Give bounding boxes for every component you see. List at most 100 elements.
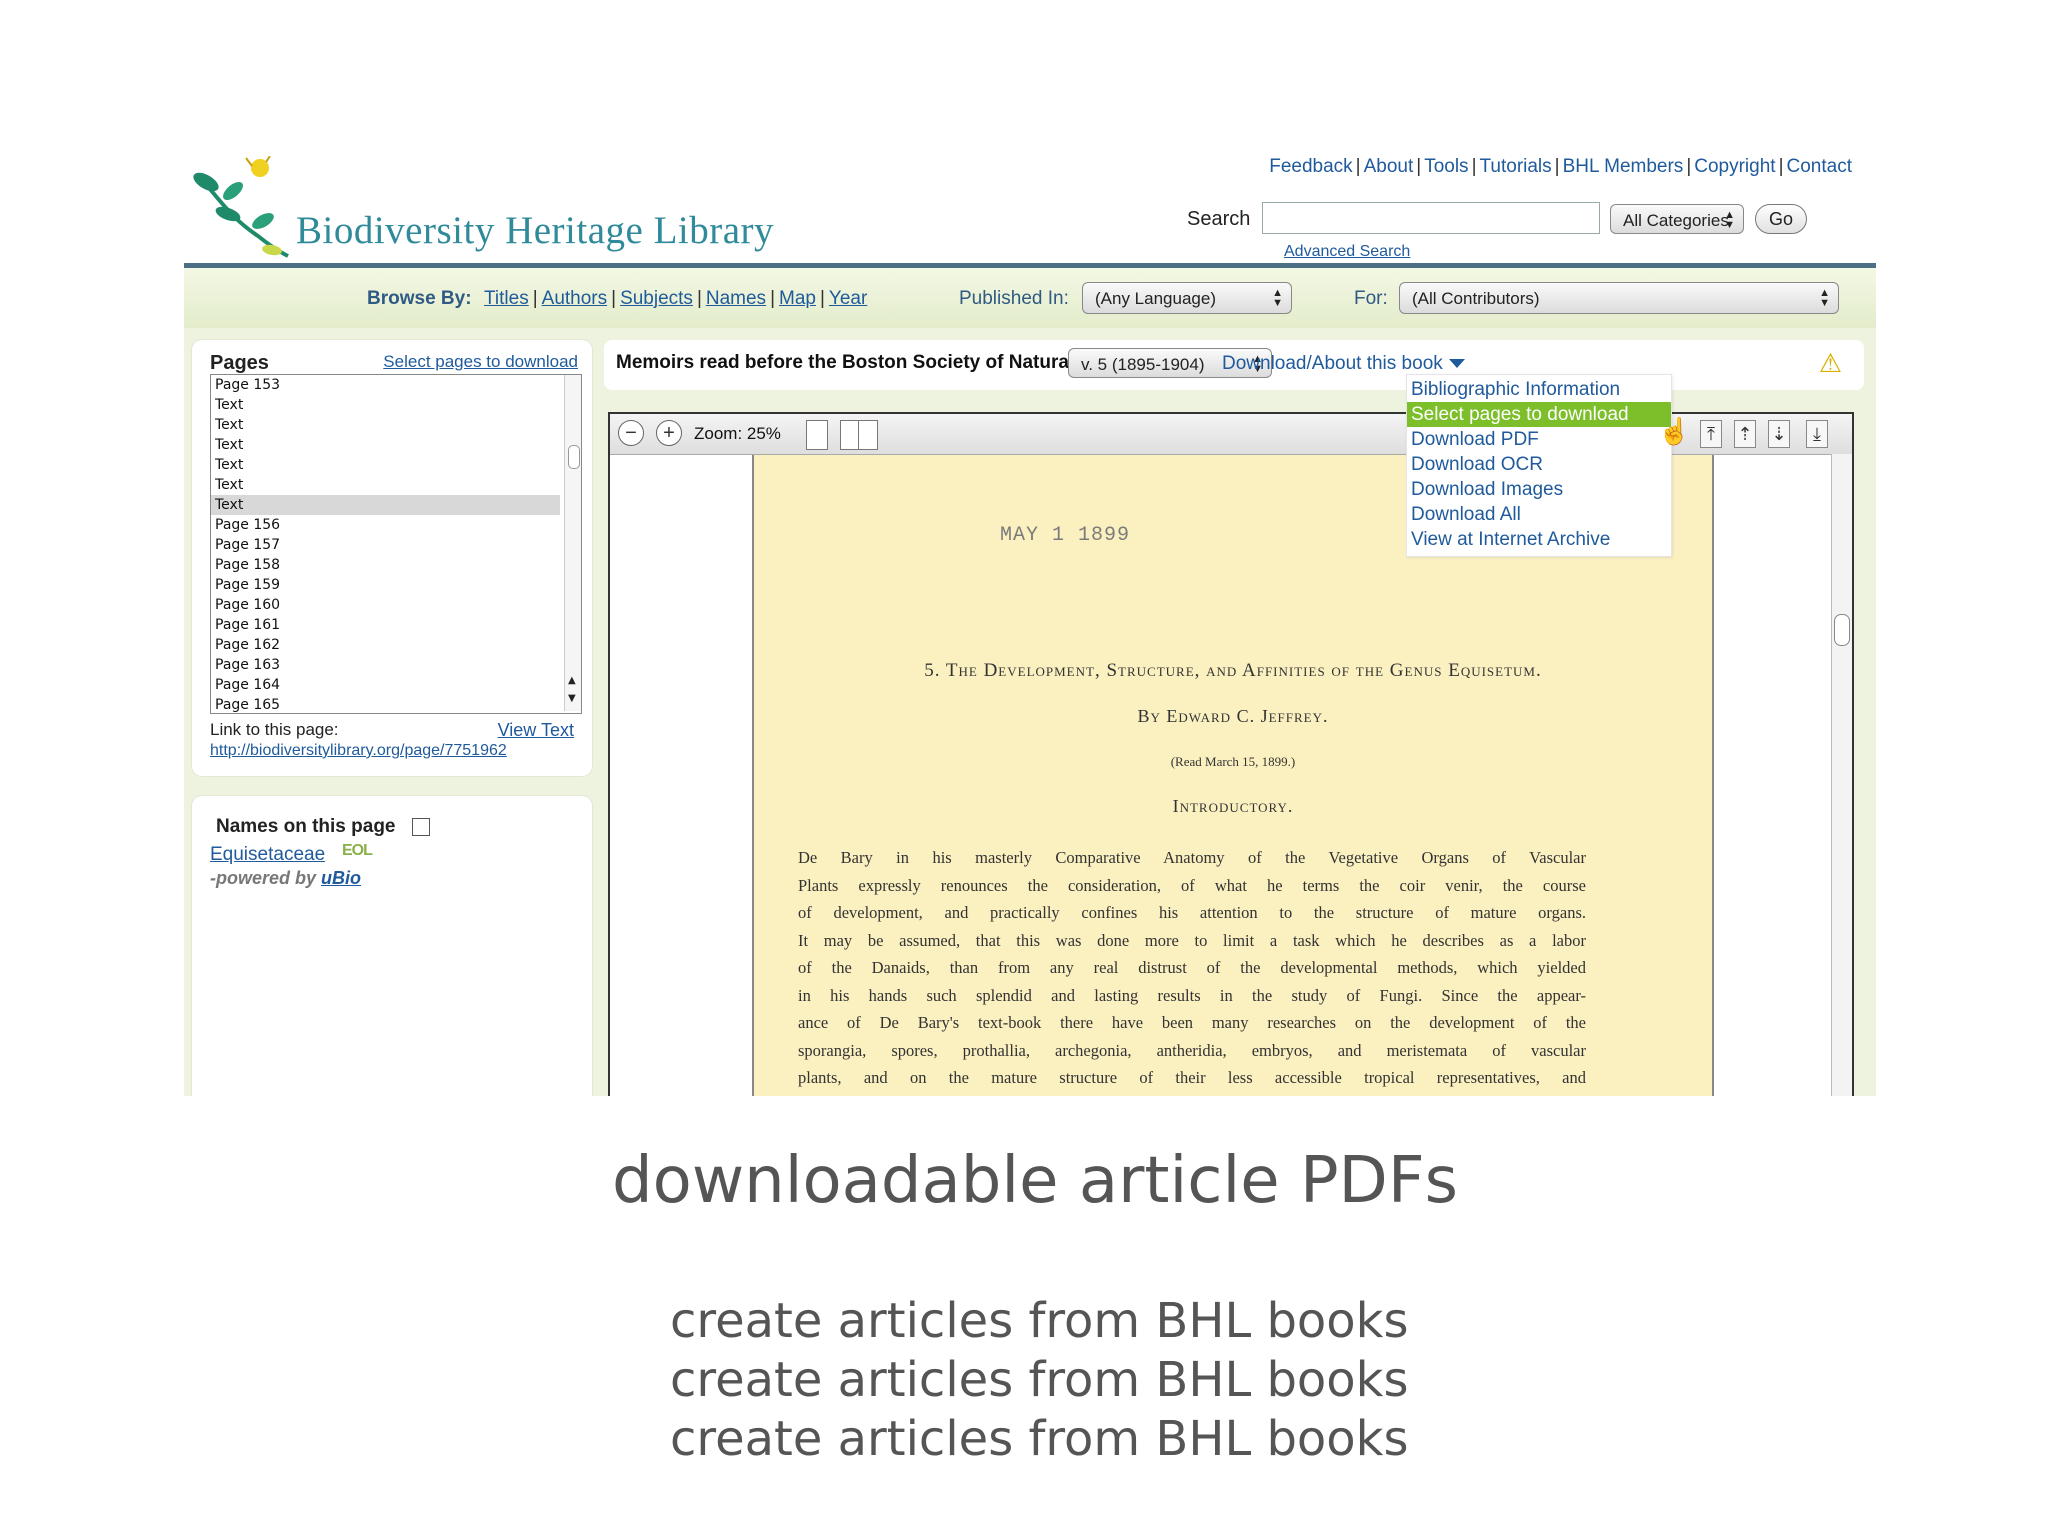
download-dropdown-menu: Bibliographic Information Select pages to… [1406,374,1672,557]
copyright-link[interactable]: Copyright [1694,156,1775,177]
page-url-link[interactable]: http://biodiversitylibrary.org/page/7751… [210,742,507,760]
pages-list-item[interactable]: Page 160 [211,595,560,615]
browse-by-label: Browse By: [367,288,472,309]
pages-list-item[interactable]: Page 153 [211,375,560,395]
scroll-down-arrow-icon[interactable]: ▼ [568,693,576,704]
browse-bar: Browse By: Titles | Authors | Subjects | Names… [184,268,1876,328]
warning-icon[interactable]: ⚠ [1819,348,1842,379]
first-page-icon[interactable]: ⤒ [1700,420,1722,448]
volume-select-value: v. 5 (1895-1904) [1081,355,1205,374]
pages-list-item[interactable]: Text [211,395,560,415]
browse-subjects-link[interactable]: Subjects [620,288,693,309]
article-body-line: Plants expressly renounces the considera… [798,875,1586,895]
select-pages-link[interactable]: Select pages to download [383,352,578,372]
hand-cursor-icon: ☝ [1658,416,1691,446]
pages-list-item[interactable]: Text [211,415,560,435]
download-menu-item[interactable]: View at Internet Archive [1407,527,1671,552]
download-menu-item[interactable]: Select pages to download [1407,402,1671,427]
section-heading: Introductory. [1172,796,1294,816]
pages-list-item[interactable]: Text [211,435,560,455]
select-arrows-icon: ▲ ▼ [1724,209,1735,231]
language-select-value: (Any Language) [1095,289,1216,308]
go-button[interactable]: Go [1755,204,1807,234]
download-menu-item[interactable]: Download Images [1407,477,1671,502]
pages-list-item[interactable]: Page 164 [211,675,560,695]
bhl-members-link[interactable]: BHL Members [1563,156,1684,177]
search-label: Search [1187,208,1251,230]
last-page-icon[interactable]: ⤓ [1806,420,1828,448]
browse-titles-link[interactable]: Titles [484,288,529,309]
article-body-line: of the Danaids, than from any real distr… [798,958,1586,977]
pages-list-item[interactable]: Page 158 [211,555,560,575]
scroll-thumb[interactable] [568,445,580,469]
pages-list-item[interactable]: Page 162 [211,635,560,655]
pages-list-item[interactable]: Page 157 [211,535,560,555]
pages-list-item[interactable]: Page 161 [211,615,560,635]
article-body-line: in his hands such splendid and lasting r… [798,985,1586,1005]
article-body: De Bary in his masterly Comparative Anat… [798,844,1586,1092]
for-label: For: [1354,288,1388,309]
browse-authors-link[interactable]: Authors [542,288,607,309]
pages-list-item[interactable]: Page 163 [211,655,560,675]
names-title: Names on this page [216,816,396,837]
browse-year-link[interactable]: Year [829,288,867,309]
download-menu-item[interactable]: Download All [1407,502,1671,527]
bhl-logo[interactable]: Biodiversity Heritage Library [188,156,828,264]
contact-link[interactable]: Contact [1787,156,1852,177]
pages-panel: Pages Select pages to download Page 153 T… [192,340,592,776]
contributor-select[interactable]: (All Contributors) ▲ ▼ [1399,282,1839,314]
zoom-out-button[interactable]: − [618,420,644,446]
download-menu-item[interactable]: Download OCR [1407,452,1671,477]
download-menu-item[interactable]: Download PDF [1407,427,1671,452]
pages-scrollbar[interactable]: ▲ ▼ [564,375,581,711]
download-menu-item[interactable]: Bibliographic Information [1407,377,1671,402]
select-arrows-icon: ▲ ▼ [1819,287,1830,309]
view-text-link[interactable]: View Text [498,720,574,741]
language-select[interactable]: (Any Language) ▲ ▼ [1082,282,1292,314]
about-link[interactable]: About [1364,156,1414,177]
scroll-up-arrow-icon[interactable]: ▲ [568,675,576,686]
pages-list-item[interactable]: Page 159 [211,575,560,595]
slide-caption: downloadable article PDFs [612,1144,1458,1218]
article-body-line: of development, and practically confines… [798,903,1586,922]
download-menu-trigger[interactable]: Download/About this book [1222,353,1465,375]
search-input[interactable] [1262,202,1600,234]
zoom-in-button[interactable]: + [656,420,682,446]
ubio-link[interactable]: uBio [321,868,361,888]
advanced-search-link[interactable]: Advanced Search [1284,243,1410,261]
name-link[interactable]: Equisetaceae [210,844,325,866]
article-body-line: plants, and on the mature structure of t… [798,1068,1586,1087]
viewer-scrollbar[interactable] [1831,454,1852,1096]
received-stamp: MAY 1 1899 [1000,524,1131,547]
category-select[interactable]: All Categories ▲ ▼ [1610,204,1744,234]
browse-names-link[interactable]: Names [706,288,766,309]
pages-listbox[interactable]: Page 153 Text Text Text Text Text Text Page 156… [210,374,582,714]
previous-page-icon[interactable]: ⇡ [1734,420,1756,448]
dropdown-arrow-icon [1448,359,1465,369]
browse-map-link[interactable]: Map [779,288,816,309]
feedback-link[interactable]: Feedback [1269,156,1352,177]
article-author: By Edward C. Jeffrey. [1137,706,1329,726]
article-body-line: It may be assumed, that this was done mo… [798,930,1586,950]
names-checkbox[interactable] [412,818,430,836]
tools-link[interactable]: Tools [1424,156,1468,177]
two-page-view-icon[interactable] [840,420,878,450]
pages-list-item[interactable]: Text [211,475,560,495]
scroll-thumb[interactable] [1834,614,1850,646]
powered-by: -powered by uBio [210,868,361,889]
tutorials-link[interactable]: Tutorials [1480,156,1552,177]
pages-title: Pages [210,352,269,374]
site-header: Biodiversity Heritage Library Feedback | A… [184,156,1876,268]
pages-list-item[interactable]: Page 156 [211,515,560,535]
slide-line: create articles from BHL books [670,1411,1409,1467]
pages-list-item[interactable]: Text [211,495,560,515]
pages-list-item[interactable]: Page 165 [211,695,560,713]
powered-by-text: -powered by [210,868,317,888]
contributor-select-value: (All Contributors) [1412,289,1540,308]
single-page-view-icon[interactable] [806,420,828,450]
article-body-line: De Bary in his masterly Comparative Anat… [798,848,1586,867]
article-body-line: ance of De Bary's text-book there have b… [798,1013,1586,1032]
pages-list-item[interactable]: Text [211,455,560,475]
eol-icon[interactable]: EOL [342,842,373,860]
next-page-icon[interactable]: ⇣ [1768,420,1790,448]
